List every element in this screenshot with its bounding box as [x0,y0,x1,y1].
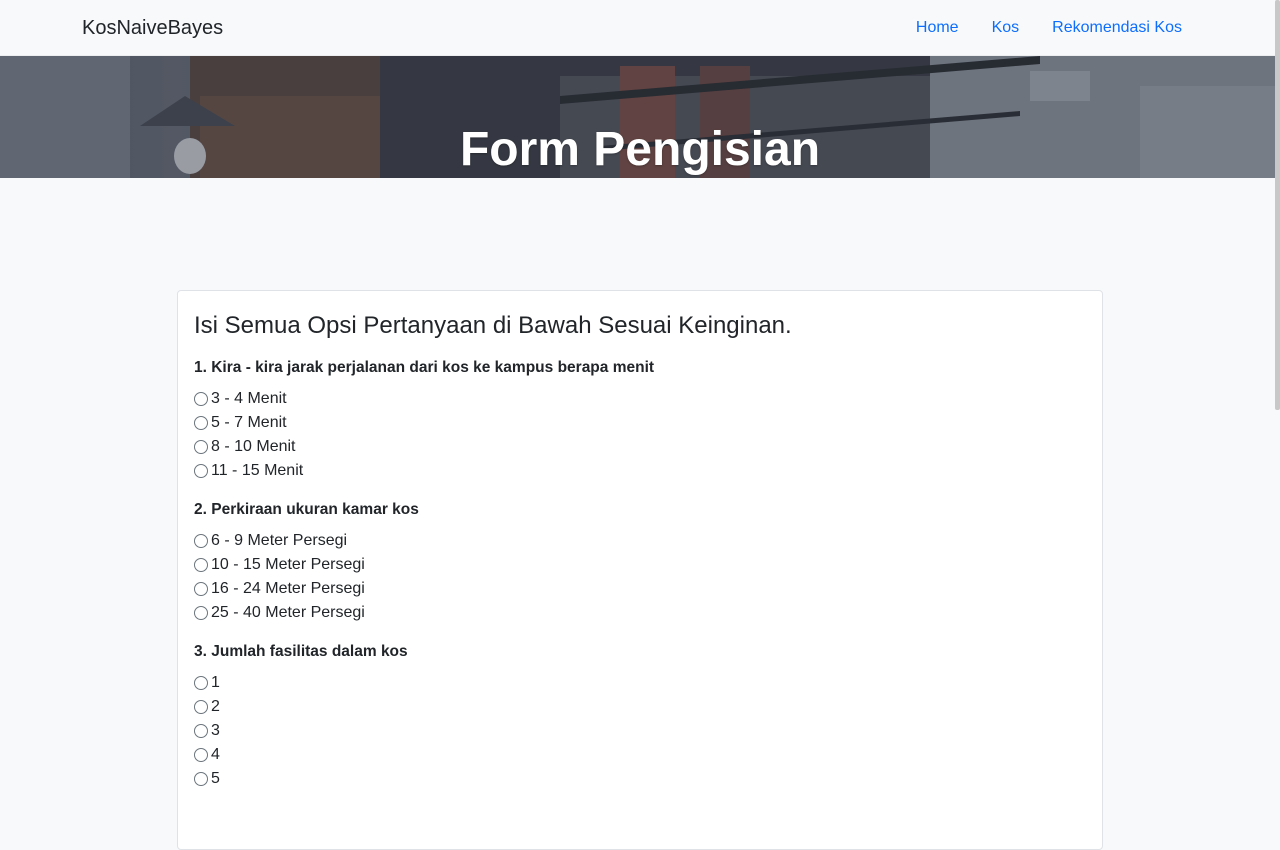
option-label: 11 - 15 Menit [211,462,304,479]
option-label: 3 - 4 Menit [211,390,287,407]
radio-button[interactable] [194,772,208,786]
option-label: 5 - 7 Menit [211,414,287,431]
form-card: Isi Semua Opsi Pertanyaan di Bawah Sesua… [177,290,1103,850]
option-item[interactable]: 4 [194,743,1086,767]
nav-link-kos[interactable]: Kos [992,18,1020,38]
question-3: 3. Jumlah fasilitas dalam kos 1 2 3 4 5 [194,641,1086,791]
navbar: KosNaiveBayes Home Kos Rekomendasi Kos [0,0,1280,56]
radio-button[interactable] [194,440,208,454]
radio-button[interactable] [194,724,208,738]
nav-link-rekomendasi-kos[interactable]: Rekomendasi Kos [1052,18,1182,38]
nav-links: Home Kos Rekomendasi Kos [916,18,1182,38]
question-label: 3. Jumlah fasilitas dalam kos [194,643,408,660]
radio-button[interactable] [194,416,208,430]
radio-button[interactable] [194,700,208,714]
option-item[interactable]: 10 - 15 Meter Persegi [194,553,1086,577]
option-item[interactable]: 1 [194,671,1086,695]
option-label: 6 - 9 Meter Persegi [211,532,348,549]
option-label: 2 [211,698,220,715]
question-label: 1. Kira - kira jarak perjalanan dari kos… [194,359,655,376]
option-item[interactable]: 16 - 24 Meter Persegi [194,577,1086,601]
page-scrollbar[interactable] [1275,0,1280,410]
option-item[interactable]: 25 - 40 Meter Persegi [194,601,1086,625]
option-label: 1 [211,674,220,691]
radio-button[interactable] [194,582,208,596]
radio-button[interactable] [194,748,208,762]
question-2: 2. Perkiraan ukuran kamar kos 6 - 9 Mete… [194,499,1086,625]
brand-link[interactable]: KosNaiveBayes [82,16,223,40]
question-1: 1. Kira - kira jarak perjalanan dari kos… [194,357,1086,483]
option-item[interactable]: 3 - 4 Menit [194,387,1086,411]
page-title: Form Pengisian [459,123,821,177]
radio-button[interactable] [194,558,208,572]
question-label: 2. Perkiraan ukuran kamar kos [194,501,419,518]
option-label: 16 - 24 Meter Persegi [211,580,365,597]
radio-button[interactable] [194,534,208,548]
option-item[interactable]: 6 - 9 Meter Persegi [194,529,1086,553]
radio-button[interactable] [194,606,208,620]
nav-link-home[interactable]: Home [916,18,959,38]
option-label: 10 - 15 Meter Persegi [211,556,365,573]
hero-banner: Form Pengisian [0,56,1280,178]
form-title: Isi Semua Opsi Pertanyaan di Bawah Sesua… [194,312,792,339]
option-item[interactable]: 2 [194,695,1086,719]
option-item[interactable]: 11 - 15 Menit [194,459,1086,483]
radio-button[interactable] [194,392,208,406]
option-label: 8 - 10 Menit [211,438,296,455]
option-item[interactable]: 5 [194,767,1086,791]
option-item[interactable]: 5 - 7 Menit [194,411,1086,435]
radio-button[interactable] [194,676,208,690]
option-label: 4 [211,746,220,763]
option-item[interactable]: 3 [194,719,1086,743]
radio-button[interactable] [194,464,208,478]
option-item[interactable]: 8 - 10 Menit [194,435,1086,459]
option-label: 25 - 40 Meter Persegi [211,604,365,621]
option-label: 5 [211,770,220,787]
option-label: 3 [211,722,220,739]
